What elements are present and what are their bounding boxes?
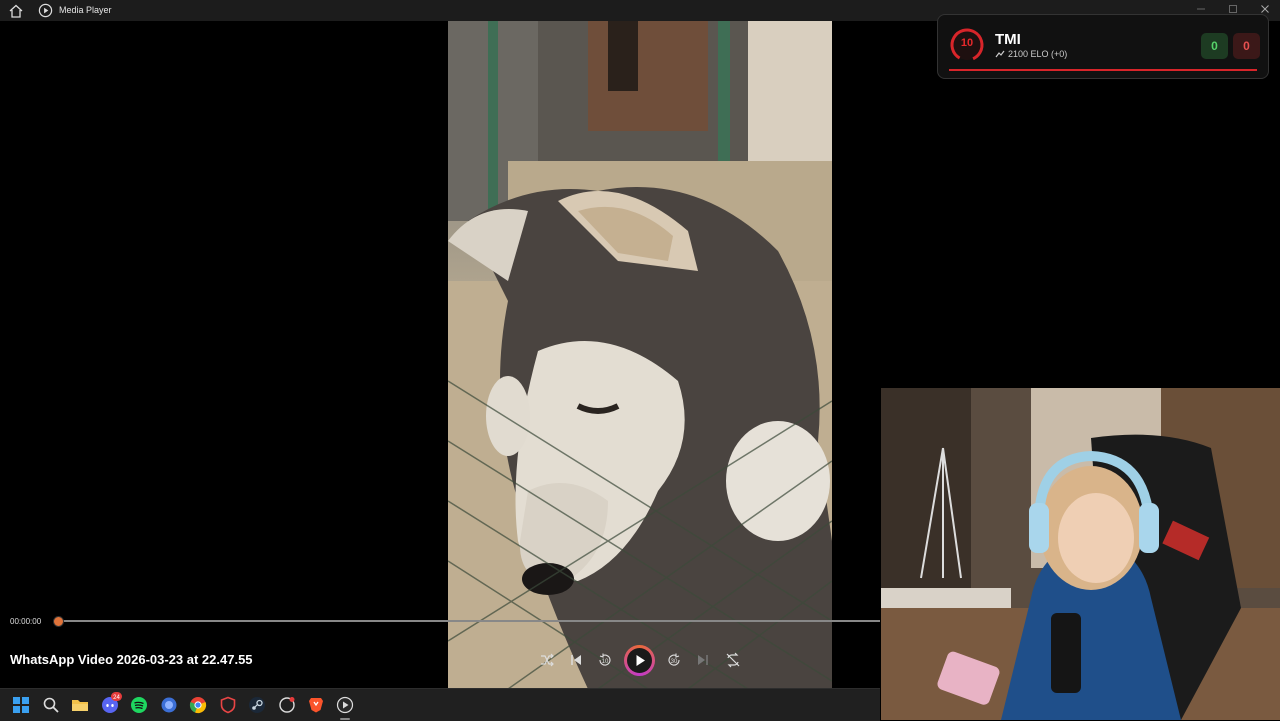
taskbar-security[interactable] [219, 696, 237, 714]
elo-progress-bar [949, 69, 1257, 71]
taskbar-app[interactable] [160, 696, 178, 714]
taskbar-start[interactable] [12, 696, 30, 714]
taskbar-file-explorer[interactable] [71, 696, 89, 714]
forward-30-button[interactable]: 30 [665, 651, 683, 669]
husky-dog-image [448, 21, 832, 689]
forward-30-icon: 30 [668, 653, 680, 666]
elo-text: 2100 ELO (+0) [1008, 49, 1068, 59]
next-icon [698, 655, 708, 665]
play-icon [636, 655, 645, 666]
current-time: 00:00:00 [10, 617, 42, 626]
windows-start-icon [13, 697, 29, 713]
rewind-10-button[interactable]: 10 [596, 651, 614, 669]
media-player-icon [336, 696, 354, 714]
video-area[interactable] [0, 21, 880, 689]
wins-count: 0 [1201, 33, 1228, 59]
brave-icon [309, 698, 323, 713]
elo-line: 2100 ELO (+0) [995, 49, 1067, 59]
play-button[interactable] [624, 645, 655, 676]
steam-icon [249, 697, 265, 713]
player-name: TMI [995, 31, 1021, 48]
taskbar-brave[interactable] [307, 696, 325, 714]
discord-badge: 24 [111, 692, 122, 701]
level-value: 10 [960, 37, 974, 49]
streamer-webcam-image [881, 388, 1280, 720]
shuffle-icon [541, 653, 554, 667]
repeat-off-icon [726, 652, 740, 668]
play-button-inner [627, 648, 652, 673]
file-explorer-icon [72, 700, 88, 711]
taskbar-chrome[interactable] [189, 696, 207, 714]
seek-knob[interactable] [53, 616, 64, 627]
taskbar-search[interactable] [42, 696, 60, 714]
taskbar: 24 [0, 688, 880, 721]
taskbar-spotify[interactable] [130, 696, 148, 714]
rewind-label: 10 [602, 659, 609, 665]
chrome-icon [189, 697, 207, 714]
taskbar-app-2[interactable] [278, 696, 296, 714]
previous-icon [571, 655, 581, 665]
security-shield-icon [220, 696, 236, 714]
next-button[interactable] [694, 651, 712, 669]
home-icon[interactable] [8, 3, 24, 19]
window-controls [1196, 4, 1270, 14]
maximize-icon[interactable] [1228, 4, 1238, 14]
elo-overlay-widget: 10 TMI 2100 ELO (+0) 0 0 [937, 14, 1269, 79]
minimize-icon[interactable] [1196, 4, 1206, 14]
repeat-button[interactable] [724, 651, 742, 669]
discord-badge-count: 24 [113, 695, 120, 701]
app-icon [161, 697, 177, 713]
webcam-feed [881, 388, 1280, 720]
close-icon[interactable] [1260, 4, 1270, 14]
video-title: WhatsApp Video 2026-03-23 at 22.47.55 [10, 652, 253, 667]
taskbar-steam[interactable] [248, 696, 266, 714]
media-player-icon [38, 3, 53, 18]
app-icon-2 [279, 697, 295, 713]
spotify-icon [131, 697, 147, 713]
search-icon [43, 697, 59, 713]
previous-button[interactable] [567, 651, 585, 669]
trend-icon [995, 50, 1005, 58]
shuffle-button[interactable] [538, 651, 556, 669]
window-title: Media Player [59, 5, 112, 15]
taskbar-discord[interactable]: 24 [101, 692, 122, 714]
rewind-10-icon: 10 [599, 653, 611, 666]
losses-count: 0 [1233, 33, 1260, 59]
taskbar-media-player[interactable] [336, 696, 354, 720]
video-frame[interactable] [448, 21, 832, 689]
forward-label: 30 [671, 659, 678, 665]
seek-bar[interactable] [57, 620, 880, 622]
